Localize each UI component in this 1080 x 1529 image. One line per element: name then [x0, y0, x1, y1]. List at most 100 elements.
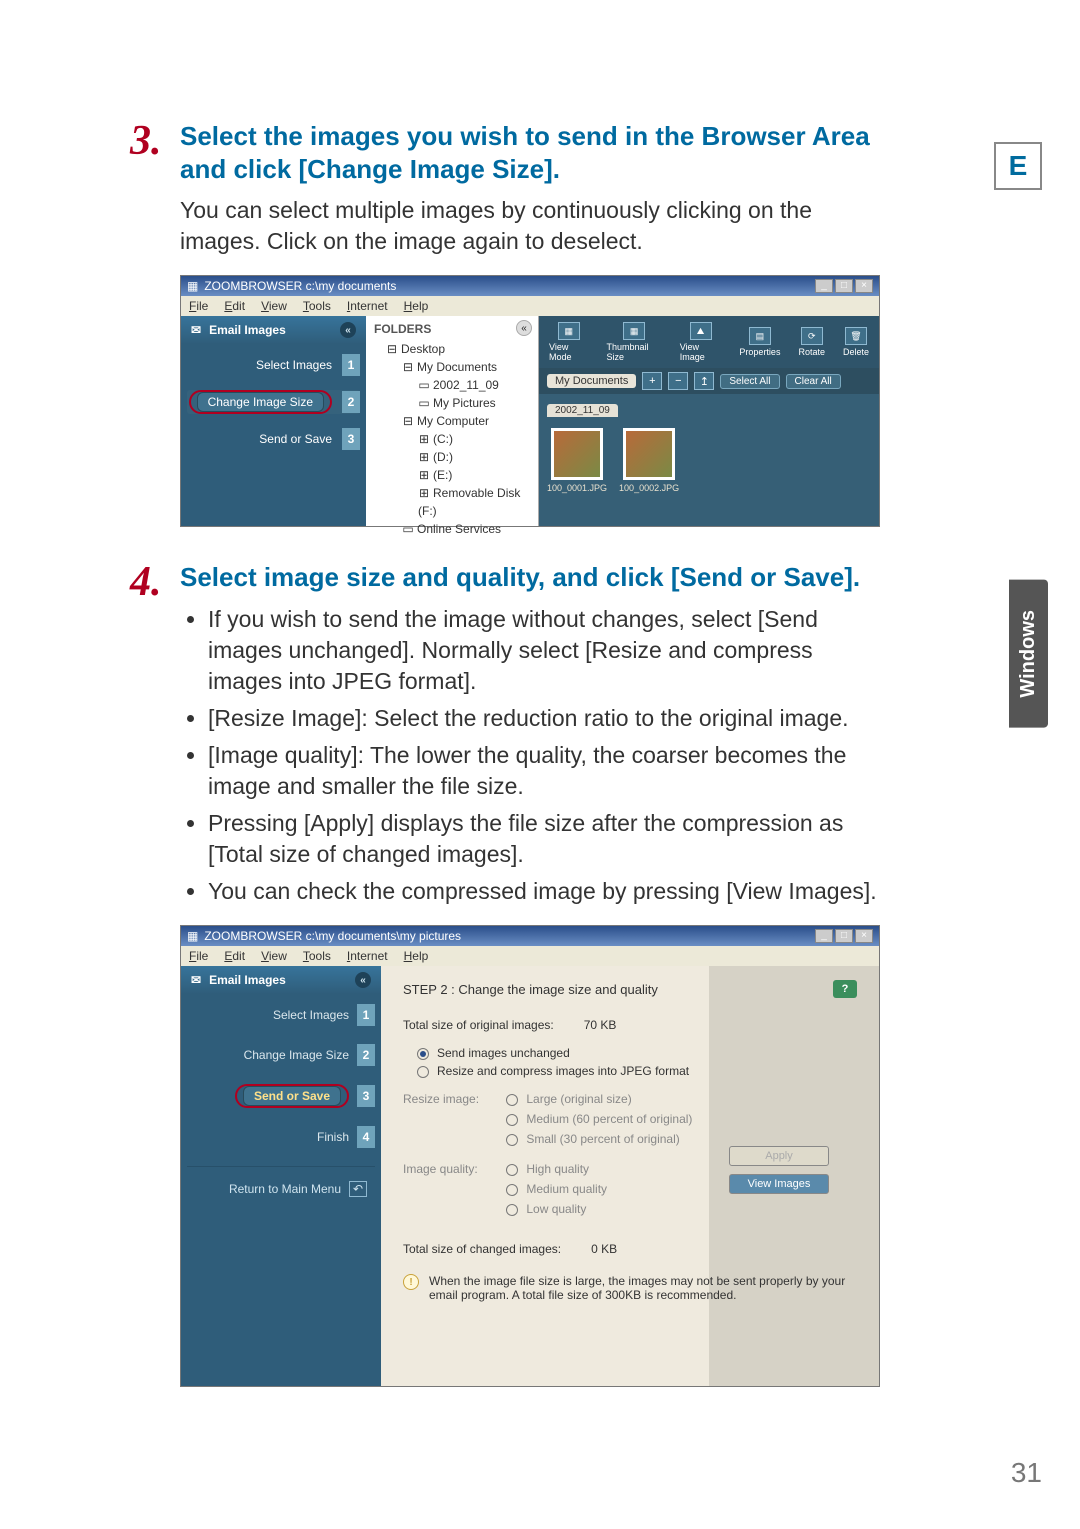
- tree-toggle-icon[interactable]: ⊞: [418, 430, 430, 448]
- bullet-item: Pressing [Apply] displays the file size …: [208, 808, 880, 870]
- radio-send-unchanged[interactable]: [417, 1048, 429, 1060]
- info-icon: !: [403, 1274, 419, 1290]
- radio-resize-compress[interactable]: [417, 1066, 429, 1078]
- radio-resize-medium[interactable]: [506, 1114, 518, 1126]
- collapse-icon[interactable]: «: [355, 972, 371, 988]
- side-tab: E: [994, 142, 1042, 190]
- step-3-desc: You can select multiple images by contin…: [180, 195, 880, 257]
- menu-internet[interactable]: Internet: [347, 949, 388, 963]
- radio-resize-large[interactable]: [506, 1094, 518, 1106]
- menu-help[interactable]: Help: [404, 299, 429, 313]
- menu-help[interactable]: Help: [404, 949, 429, 963]
- maximize-button[interactable]: □: [835, 929, 853, 943]
- view-image-icon[interactable]: ⛰: [690, 322, 712, 340]
- view-images-button[interactable]: View Images: [729, 1174, 829, 1194]
- opt-quality-medium: Medium quality: [526, 1182, 607, 1196]
- radio-resize-small[interactable]: [506, 1134, 518, 1146]
- node-online-services[interactable]: Online Services: [417, 522, 501, 536]
- opt-resize-medium: Medium (60 percent of original): [526, 1112, 692, 1126]
- up-folder-icon[interactable]: ↥: [694, 372, 714, 390]
- tree-toggle-icon[interactable]: ⊟: [402, 412, 414, 430]
- app-icon: ▦: [187, 279, 198, 293]
- sidebar-step-select-images[interactable]: Select Images: [187, 1008, 357, 1022]
- node-my-pictures[interactable]: My Pictures: [433, 396, 496, 410]
- tree-toggle-icon[interactable]: ⊞: [418, 466, 430, 484]
- properties-icon[interactable]: ▤: [749, 327, 771, 345]
- apply-button[interactable]: Apply: [729, 1146, 829, 1166]
- image-thumbnail[interactable]: 100_0002.JPG: [619, 428, 679, 493]
- menu-edit[interactable]: Edit: [224, 949, 245, 963]
- select-all-button[interactable]: Select All: [720, 374, 779, 389]
- clear-all-button[interactable]: Clear All: [786, 374, 841, 389]
- minimize-button[interactable]: _: [815, 279, 833, 293]
- radio-quality-low[interactable]: [506, 1204, 518, 1216]
- rotate-icon[interactable]: ⟳: [801, 327, 823, 345]
- opt-resize-small: Small (30 percent of original): [526, 1132, 679, 1146]
- node-drive-c[interactable]: (C:): [433, 432, 453, 446]
- menu-view[interactable]: View: [261, 299, 287, 313]
- sidebar-step-select-images[interactable]: Select Images: [187, 358, 338, 372]
- close-button[interactable]: ×: [855, 929, 873, 943]
- mail-icon: ✉: [191, 973, 201, 987]
- minimize-button[interactable]: _: [815, 929, 833, 943]
- node-my-computer[interactable]: My Computer: [417, 414, 489, 428]
- sidebar-step-change-image-size[interactable]: Change Image Size: [197, 392, 324, 412]
- thumbnail-size-icon[interactable]: ▦: [623, 322, 645, 340]
- radio-quality-medium[interactable]: [506, 1184, 518, 1196]
- browser-pane: ▦View Mode ▦Thumbnail Size ⛰View Image ▤…: [539, 316, 879, 526]
- zoom-out-icon[interactable]: −: [668, 372, 688, 390]
- zoom-in-icon[interactable]: +: [642, 372, 662, 390]
- step-3-title: Select the images you wish to send in th…: [180, 120, 880, 185]
- task-sidebar: ✉ Email Images « Select Images1 Change I…: [181, 316, 366, 526]
- node-my-documents[interactable]: My Documents: [417, 360, 497, 374]
- radio-quality-high[interactable]: [506, 1164, 518, 1176]
- help-icon[interactable]: ?: [833, 980, 857, 998]
- total-changed-value: 0 KB: [591, 1242, 617, 1256]
- tree-toggle-icon[interactable]: ⊟: [402, 358, 414, 376]
- page-number: 31: [1011, 1457, 1042, 1489]
- folders-heading: FOLDERS: [374, 322, 530, 336]
- bullet-item: You can check the compressed image by pr…: [208, 876, 880, 907]
- bullet-item: [Resize Image]: Select the reduction rat…: [208, 703, 880, 734]
- step-number-3: 3: [357, 1085, 375, 1107]
- step-number-3: 3: [342, 428, 360, 450]
- collapse-folders-icon[interactable]: «: [516, 320, 532, 336]
- tree-toggle-icon[interactable]: ⊟: [386, 340, 398, 358]
- folder-tree-pane: FOLDERS « ⊟Desktop ⊟My Documents ▭2002_1…: [366, 316, 539, 526]
- sidebar-step-change-image-size[interactable]: Change Image Size: [187, 1048, 357, 1062]
- opt-quality-high: High quality: [526, 1162, 589, 1176]
- return-main-menu[interactable]: Return to Main Menu: [229, 1182, 341, 1196]
- maximize-button[interactable]: □: [835, 279, 853, 293]
- menu-internet[interactable]: Internet: [347, 299, 388, 313]
- side-tab-letter: E: [1009, 150, 1028, 182]
- menu-edit[interactable]: Edit: [224, 299, 245, 313]
- info-text: When the image file size is large, the i…: [429, 1274, 849, 1302]
- view-mode-icon[interactable]: ▦: [558, 322, 580, 340]
- menu-file[interactable]: File: [189, 949, 208, 963]
- menu-tools[interactable]: Tools: [303, 299, 331, 313]
- total-original-label: Total size of original images:: [403, 1018, 554, 1032]
- tree-toggle-icon[interactable]: ⊞: [418, 484, 430, 502]
- tree-toggle-icon[interactable]: ⊞: [418, 448, 430, 466]
- delete-label: Delete: [843, 347, 869, 357]
- menu-view[interactable]: View: [261, 949, 287, 963]
- node-removable-disk[interactable]: Removable Disk (F:): [418, 486, 520, 518]
- image-thumbnail[interactable]: 100_0001.JPG: [547, 428, 607, 493]
- thumbnail-image: [623, 428, 675, 480]
- return-icon[interactable]: ↶: [349, 1181, 367, 1197]
- sidebar-step-send-or-save[interactable]: Send or Save: [187, 432, 338, 446]
- menu-file[interactable]: File: [189, 299, 208, 313]
- node-drive-e[interactable]: (E:): [433, 468, 452, 482]
- sidebar-step-finish[interactable]: Finish: [187, 1130, 357, 1144]
- node-date-folder[interactable]: 2002_11_09: [433, 378, 499, 392]
- menu-tools[interactable]: Tools: [303, 949, 331, 963]
- delete-icon[interactable]: 🗑: [845, 327, 867, 345]
- node-desktop[interactable]: Desktop: [401, 342, 445, 356]
- sidebar-step-send-or-save[interactable]: Send or Save: [243, 1086, 341, 1106]
- close-button[interactable]: ×: [855, 279, 873, 293]
- side-os-label: Windows: [1009, 580, 1048, 728]
- collapse-icon[interactable]: «: [340, 322, 356, 338]
- opt-resize-compress: Resize and compress images into JPEG for…: [437, 1064, 689, 1078]
- date-group-tab[interactable]: 2002_11_09: [547, 404, 618, 417]
- node-drive-d[interactable]: (D:): [433, 450, 453, 464]
